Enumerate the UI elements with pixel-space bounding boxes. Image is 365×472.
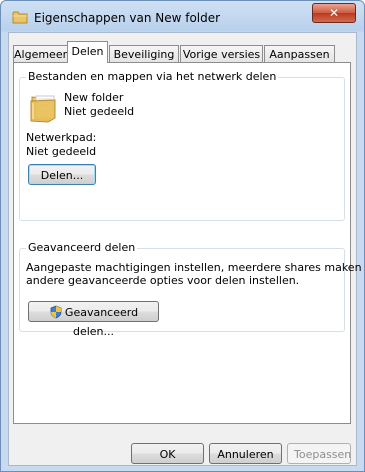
properties-window: Eigenschappen van New folder ✕ Algemeen … bbox=[0, 0, 365, 472]
window-title: Eigenschappen van New folder bbox=[34, 11, 221, 25]
share-button[interactable]: Delen... bbox=[28, 164, 96, 185]
apply-button[interactable]: Toepassen bbox=[287, 443, 351, 464]
tab-vorige-versies[interactable]: Vorige versies bbox=[180, 45, 263, 62]
tab-panel-delen: Bestanden en mappen via het netwerk dele… bbox=[13, 62, 364, 424]
advanced-sharing-button[interactable]: Geavanceerd delen... bbox=[28, 301, 159, 338]
tab-aanpassen[interactable]: Aanpassen bbox=[264, 45, 335, 62]
network-path-label: Netwerkpad: bbox=[26, 131, 97, 144]
folder-share-status: Niet gedeeld bbox=[64, 105, 135, 118]
sharing-group-title: Bestanden en mappen via het netwerk dele… bbox=[26, 70, 279, 83]
close-icon: ✕ bbox=[328, 6, 340, 20]
tab-algemeen[interactable]: Algemeen bbox=[13, 45, 70, 62]
advanced-description-line2: andere geavanceerde opties voor delen in… bbox=[26, 274, 300, 287]
ok-button[interactable]: OK bbox=[131, 443, 204, 464]
close-button[interactable]: ✕ bbox=[312, 3, 356, 23]
sharing-group: Bestanden en mappen via het netwerk dele… bbox=[19, 70, 345, 221]
folder-icon bbox=[12, 11, 28, 24]
tab-beveiliging[interactable]: Beveiliging bbox=[109, 45, 179, 62]
title-bar[interactable]: Eigenschappen van New folder ✕ bbox=[1, 1, 364, 33]
advanced-group-title: Geavanceerd delen bbox=[26, 241, 138, 254]
advanced-description-line1: Aangepaste machtigingen instellen, meerd… bbox=[26, 261, 365, 274]
advanced-sharing-group: Geavanceerd delen Aangepaste machtiginge… bbox=[19, 241, 364, 338]
tab-delen[interactable]: Delen bbox=[67, 41, 108, 63]
folder-name: New folder bbox=[64, 91, 124, 104]
dialog-client-area: Algemeen Delen Beveiliging Vorige versie… bbox=[8, 32, 364, 466]
uac-shield-icon bbox=[50, 305, 62, 319]
advanced-sharing-button-label: Geavanceerd delen... bbox=[64, 306, 139, 338]
network-path-value: Niet gedeeld bbox=[26, 145, 97, 158]
cancel-button[interactable]: Annuleren bbox=[209, 443, 282, 464]
folder-icon bbox=[30, 95, 56, 123]
